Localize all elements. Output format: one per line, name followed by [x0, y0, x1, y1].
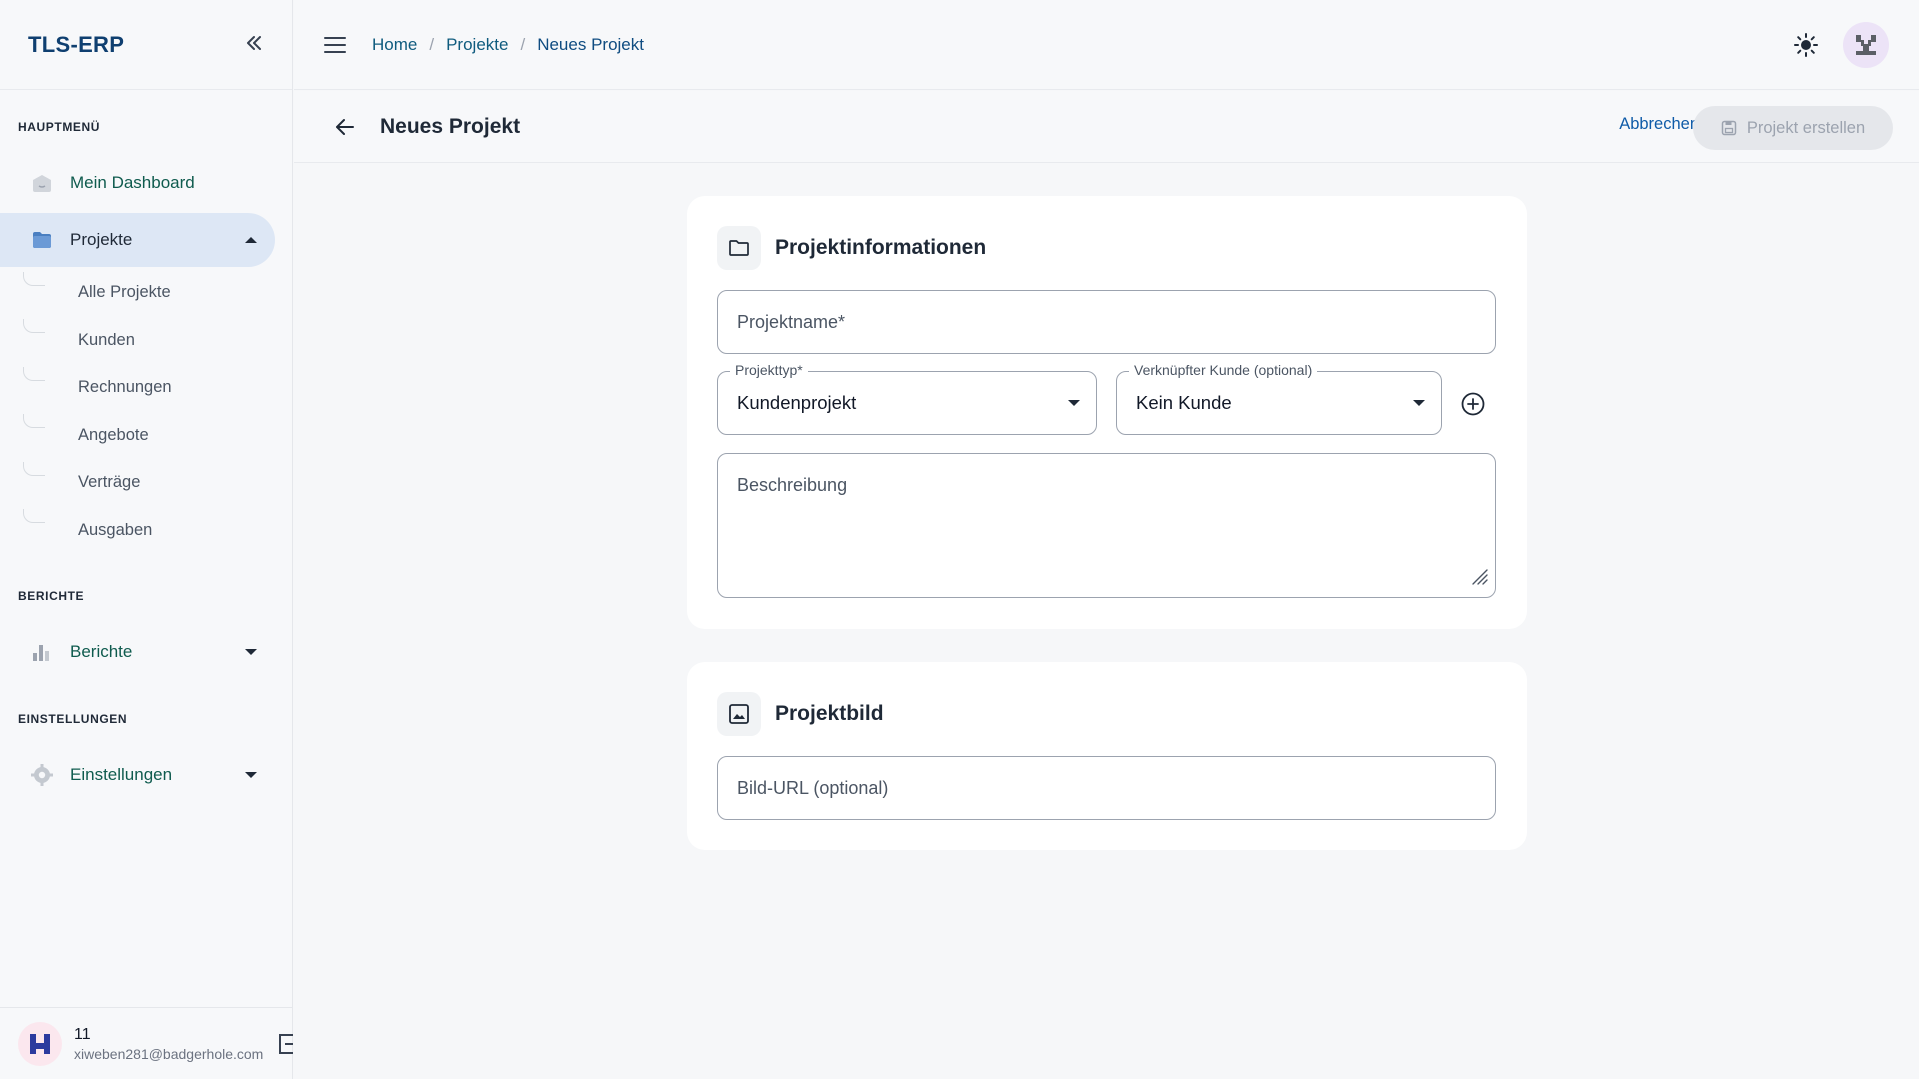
user-info: 11 xiweben281@badgerhole.com — [74, 1026, 263, 1062]
page-title: Neues Projekt — [380, 114, 521, 138]
breadcrumb: Home / Projekte / Neues Projekt — [372, 35, 644, 55]
sidebar-item-label: Mein Dashboard — [70, 173, 195, 192]
avatar[interactable] — [18, 1021, 62, 1066]
breadcrumb-current: Neues Projekt — [537, 34, 644, 54]
tree-branch — [23, 272, 45, 286]
card-header: Projektbild — [717, 692, 884, 736]
brand-logo[interactable]: TLS-ERP — [28, 32, 124, 58]
sidebar-item-settings[interactable]: Einstellungen — [0, 748, 275, 802]
tree-branch — [23, 367, 45, 381]
sidebar-subitem-invoices[interactable]: Rechnungen — [78, 378, 172, 397]
project-name-field[interactable]: Projektname* — [717, 290, 1496, 354]
create-project-button[interactable]: Projekt erstellen — [1693, 106, 1893, 150]
cancel-button[interactable]: Abbrechen — [1619, 115, 1699, 134]
sidebar-subitem-all-projects[interactable]: Alle Projekte — [78, 283, 171, 302]
sidebar-item-label: Berichte — [70, 642, 133, 661]
card-title: Projektbild — [775, 702, 884, 725]
create-project-label: Projekt erstellen — [1746, 118, 1866, 137]
add-customer-icon[interactable] — [1460, 391, 1486, 422]
breadcrumb-separator: / — [520, 34, 526, 54]
bar-chart-icon — [30, 640, 54, 664]
user-profile: 11 xiweben281@badgerhole.com — [0, 1007, 293, 1079]
sidebar-item-label: Einstellungen — [70, 765, 173, 784]
breadcrumb-separator: / — [429, 34, 435, 54]
project-image-card: Projektbild Bild-URL (optional) — [687, 662, 1527, 850]
topbar: Home / Projekte / Neues Projekt — [294, 0, 1919, 90]
tree-branch — [23, 509, 45, 523]
image-url-field[interactable]: Bild-URL (optional) — [717, 756, 1496, 820]
folder-icon — [30, 228, 54, 252]
page-header: Neues Projekt Abbrechen Projekt erstelle… — [294, 91, 1919, 163]
user-email: xiweben281@badgerhole.com — [74, 1045, 264, 1062]
description-textarea[interactable]: Beschreibung — [717, 453, 1496, 598]
image-icon — [717, 692, 761, 736]
brand-row: TLS-ERP — [0, 0, 292, 90]
card-title: Projektinformationen — [775, 236, 987, 259]
back-arrow-icon[interactable] — [334, 116, 356, 138]
sidebar-subitem-customers[interactable]: Kunden — [78, 331, 135, 350]
collapse-sidebar-icon[interactable] — [244, 33, 264, 57]
sidebar-item-dashboard[interactable]: Mein Dashboard — [0, 156, 275, 210]
chevron-down-icon — [1068, 400, 1080, 406]
tree-branch — [23, 462, 45, 476]
customer-select[interactable]: Verknüpfter Kunde (optional) Kein Kunde — [1116, 362, 1442, 435]
project-info-card: Projektinformationen Projektname* Projek… — [687, 196, 1527, 629]
tree-branch — [23, 414, 45, 428]
sidebar-subitem-offers[interactable]: Angebote — [78, 426, 149, 445]
save-icon — [1721, 120, 1737, 136]
project-type-label: Projekttyp* — [730, 362, 808, 378]
project-type-select[interactable]: Projekttyp* Kundenprojekt — [717, 362, 1097, 435]
sun-icon[interactable] — [1793, 32, 1819, 63]
logout-icon[interactable] — [279, 1034, 293, 1054]
customer-value: Kein Kunde — [1136, 392, 1232, 413]
section-title-settings: EINSTELLUNGEN — [18, 712, 128, 726]
user-name: 11 — [74, 1025, 91, 1043]
sidebar: TLS-ERP HAUPTMENÜ Mein Dashboard Projekt… — [0, 0, 293, 1079]
dashboard-icon — [30, 171, 54, 195]
customer-label: Verknüpfter Kunde (optional) — [1129, 362, 1318, 378]
section-title-main: HAUPTMENÜ — [18, 120, 101, 134]
sidebar-subitem-contracts[interactable]: Verträge — [78, 473, 140, 492]
menu-icon[interactable] — [324, 36, 346, 53]
chevron-down-icon — [245, 649, 257, 655]
sidebar-item-projects[interactable]: Projekte — [0, 213, 275, 267]
resize-handle-icon[interactable] — [1471, 568, 1489, 591]
project-name-label: Projektname* — [737, 312, 846, 332]
sidebar-subitem-expenses[interactable]: Ausgaben — [78, 521, 152, 540]
card-header: Projektinformationen — [717, 226, 986, 270]
folder-outline-icon — [717, 226, 761, 270]
sidebar-item-reports[interactable]: Berichte — [0, 625, 275, 679]
breadcrumb-home[interactable]: Home — [372, 35, 417, 55]
chevron-down-icon — [1413, 400, 1425, 406]
image-url-label: Bild-URL (optional) — [737, 778, 889, 798]
section-title-reports: BERICHTE — [18, 589, 85, 603]
breadcrumb-projects[interactable]: Projekte — [446, 35, 508, 55]
gear-icon — [30, 763, 54, 787]
chevron-up-icon — [245, 237, 257, 243]
chevron-down-icon — [245, 772, 257, 778]
sidebar-item-label: Projekte — [70, 230, 133, 249]
tree-branch — [23, 319, 45, 333]
description-label: Beschreibung — [737, 475, 848, 495]
avatar[interactable] — [1843, 22, 1889, 68]
project-type-value: Kundenprojekt — [737, 392, 857, 413]
